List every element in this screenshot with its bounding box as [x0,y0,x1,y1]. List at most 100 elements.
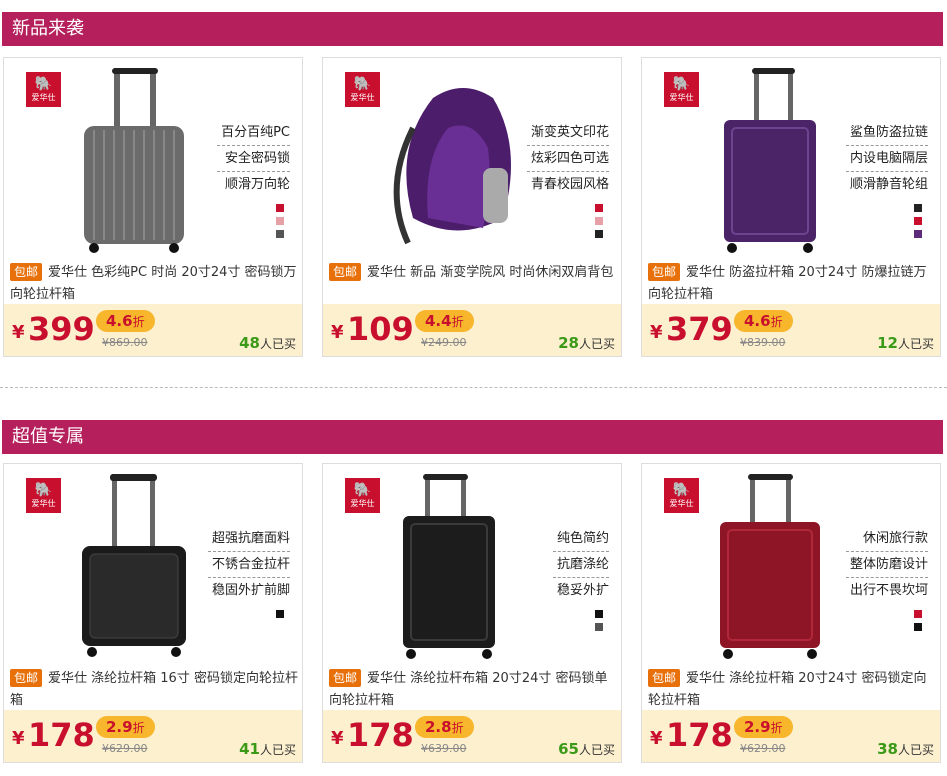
discount-unit: 折 [132,721,145,735]
product-card[interactable]: 🐘 爱华仕 鲨鱼防盗拉链 内设电脑隔层 顺滑静音轮组 包邮 爱华仕 防盗拉杆箱 20寸… [641,57,941,357]
section-title: 新品来袭 [12,18,84,39]
sold-count: 38人已买 [877,740,934,758]
sold-count: 12人已买 [877,334,934,352]
sold-count: 28人已买 [558,334,615,352]
discount-tag: 4.6折 [734,310,793,332]
original-price: ¥629.00 [740,742,786,755]
color-swatches [276,610,284,623]
discount-unit: 折 [451,721,464,735]
color-swatch[interactable] [914,610,922,618]
product-card[interactable]: 🐘 爱华仕 渐变英文印花 炫彩四色可选 青春校园风格 包邮 爱华仕 新品 渐变学院风 … [322,57,622,357]
product-title-text[interactable]: 爱华仕 防盗拉杆箱 20寸24寸 防爆拉链万向轮拉杆箱 [648,265,927,302]
sold-label: 人已买 [259,337,296,351]
color-swatch[interactable] [276,610,284,618]
feature-item: 百分百纯PC [217,120,290,146]
feature-item: 抗磨涤纶 [552,552,609,578]
feature-item: 稳固外扩前脚 [211,583,290,598]
product-title-text[interactable]: 爱华仕 新品 渐变学院风 时尚休闲双肩背包 [367,265,613,280]
discount-tag: 2.9折 [96,716,155,738]
color-swatches [595,610,603,636]
sale-price: 109 [347,310,414,348]
color-swatch[interactable] [595,230,603,238]
product-card[interactable]: 🐘 爱华仕 超强抗磨面料 不锈合金拉杆 稳固外扩前脚 包邮 爱华仕 涤纶拉杆箱 16寸… [3,463,303,763]
color-swatch[interactable] [276,204,284,212]
feature-item: 稳妥外扩 [556,583,609,598]
sold-label: 人已买 [897,337,934,351]
discount-tag: 2.8折 [415,716,474,738]
section-title: 超值专属 [12,426,84,447]
section-header-new: 新品来袭 [2,12,943,46]
section-header-value: 超值专属 [2,420,943,454]
product-image[interactable] [692,474,852,659]
product-card[interactable]: 🐘 爱华仕 百分百纯PC 安全密码锁 顺滑万向轮 包邮 爱华仕 色彩纯PC 时尚 20… [3,57,303,357]
color-swatch[interactable] [276,230,284,238]
color-swatch[interactable] [914,217,922,225]
free-shipping-badge: 包邮 [10,263,43,281]
color-swatch[interactable] [276,217,284,225]
sold-label: 人已买 [578,743,615,757]
currency-symbol: ¥ [12,728,25,749]
discount-value: 4.4 [425,312,452,330]
product-title-text[interactable]: 爱华仕 涤纶拉杆箱 20寸24寸 密码锁定向轮拉杆箱 [648,671,927,708]
color-swatch[interactable] [914,204,922,212]
product-title-text[interactable]: 爱华仕 色彩纯PC 时尚 20寸24寸 密码锁万向轮拉杆箱 [10,265,297,302]
currency-symbol: ¥ [331,728,344,749]
product-image[interactable] [373,474,533,659]
product-title[interactable]: 包邮 爱华仕 涤纶拉杆箱 16寸 密码锁定向轮拉杆箱 [10,668,298,712]
feature-item: 鲨鱼防盗拉链 [845,120,928,146]
sale-price: 178 [28,716,95,754]
free-shipping-badge: 包邮 [329,263,362,281]
discount-value: 4.6 [744,312,771,330]
discount-value: 2.9 [744,718,771,736]
sale-price: 379 [666,310,733,348]
product-image[interactable] [54,474,214,659]
original-price: ¥869.00 [102,336,148,349]
feature-list: 鲨鱼防盗拉链 内设电脑隔层 顺滑静音轮组 [845,120,928,197]
price-bar: ¥ 178 2.9折 ¥629.00 41人已买 [4,710,302,762]
product-title-text[interactable]: 爱华仕 涤纶拉杆箱 16寸 密码锁定向轮拉杆箱 [10,671,298,708]
discount-unit: 折 [770,315,783,329]
sale-price: 399 [28,310,95,348]
discount-unit: 折 [451,315,464,329]
product-title[interactable]: 包邮 爱华仕 防盗拉杆箱 20寸24寸 防爆拉链万向轮拉杆箱 [648,262,936,306]
color-swatch[interactable] [914,623,922,631]
discount-tag: 4.6折 [96,310,155,332]
sale-price: 178 [666,716,733,754]
discount-unit: 折 [770,721,783,735]
product-image[interactable] [54,68,214,253]
product-image[interactable] [373,68,533,253]
color-swatches [914,204,922,243]
feature-item: 内设电脑隔层 [845,146,928,172]
product-card[interactable]: 🐘 爱华仕 纯色简约 抗磨涤纶 稳妥外扩 包邮 爱华仕 涤纶拉杆布箱 20寸24寸 密… [322,463,622,763]
product-title[interactable]: 包邮 爱华仕 新品 渐变学院风 时尚休闲双肩背包 [329,262,617,284]
feature-item: 休闲旅行款 [845,526,928,552]
feature-item: 青春校园风格 [530,177,609,192]
feature-item: 顺滑万向轮 [224,177,290,192]
discount-value: 2.9 [106,718,133,736]
discount-tag: 4.4折 [415,310,474,332]
color-swatch[interactable] [914,230,922,238]
product-image[interactable] [692,68,852,253]
price-bar: ¥ 399 4.6折 ¥869.00 48人已买 [4,304,302,356]
product-card[interactable]: 🐘 爱华仕 休闲旅行款 整体防磨设计 出行不畏坎坷 包邮 爱华仕 涤纶拉杆箱 20寸2… [641,463,941,763]
product-title[interactable]: 包邮 爱华仕 色彩纯PC 时尚 20寸24寸 密码锁万向轮拉杆箱 [10,262,298,306]
color-swatch[interactable] [595,610,603,618]
product-title[interactable]: 包邮 爱华仕 涤纶拉杆箱 20寸24寸 密码锁定向轮拉杆箱 [648,668,936,712]
color-swatch[interactable] [595,217,603,225]
currency-symbol: ¥ [12,322,25,343]
original-price: ¥839.00 [740,336,786,349]
product-title[interactable]: 包邮 爱华仕 涤纶拉杆布箱 20寸24寸 密码锁单向轮拉杆箱 [329,668,617,712]
sold-number: 12 [877,334,898,352]
feature-item: 不锈合金拉杆 [207,552,290,578]
product-title-text[interactable]: 爱华仕 涤纶拉杆布箱 20寸24寸 密码锁单向轮拉杆箱 [329,671,608,708]
color-swatch[interactable] [595,623,603,631]
price-bar: ¥ 379 4.6折 ¥839.00 12人已买 [642,304,940,356]
color-swatches [276,204,284,243]
color-swatch[interactable] [595,204,603,212]
free-shipping-badge: 包邮 [10,669,43,687]
free-shipping-badge: 包邮 [648,669,681,687]
discount-value: 2.8 [425,718,452,736]
currency-symbol: ¥ [650,728,663,749]
sold-number: 38 [877,740,898,758]
feature-list: 纯色简约 抗磨涤纶 稳妥外扩 [552,526,609,603]
